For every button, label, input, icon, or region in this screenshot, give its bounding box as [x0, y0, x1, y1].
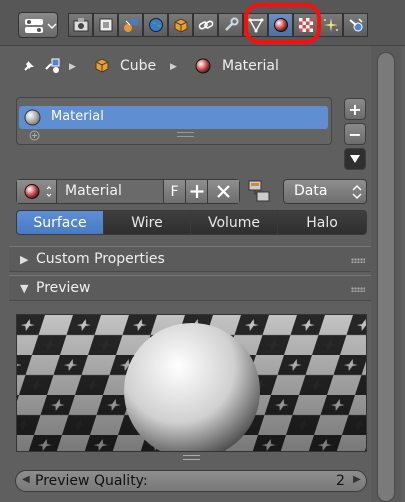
scrollbar-thumb[interactable]: [377, 52, 395, 502]
cube-icon: [95, 58, 109, 73]
remove-icon: −: [348, 124, 362, 144]
add-icon: +: [348, 99, 362, 119]
breadcrumb-arrow-icon: ▶: [69, 62, 76, 72]
fake-user-label: F: [170, 183, 179, 200]
preview-quality-label: Preview Quality:: [35, 473, 148, 489]
preview-panel-header[interactable]: ▼ Preview: [9, 275, 371, 301]
tab-world[interactable]: [143, 13, 168, 37]
chevron-down-icon: [350, 155, 360, 163]
preview-quality-value: 2: [336, 473, 345, 489]
tab-constraints[interactable]: [193, 13, 218, 37]
breadcrumb: ▶ Cube ▶ Material: [18, 54, 318, 80]
remove-slot-button[interactable]: −: [344, 123, 366, 145]
tab-physics[interactable]: [343, 13, 368, 37]
breadcrumb-arrow-icon: ▶: [170, 62, 177, 72]
node-material-icon[interactable]: [248, 180, 271, 203]
browse-material-button[interactable]: [17, 180, 57, 203]
material-id-block: Material F: [16, 179, 240, 204]
tab-particles[interactable]: [318, 13, 343, 37]
tab-surface-label: Surface: [33, 214, 87, 231]
tab-wire[interactable]: Wire: [103, 210, 191, 235]
list-item[interactable]: Material: [19, 106, 328, 129]
tab-modifiers[interactable]: [218, 13, 243, 37]
context-icon: [45, 58, 60, 73]
material-slot-label: Material: [51, 109, 104, 124]
tab-volume[interactable]: Volume: [190, 210, 278, 235]
physics-icon: [348, 18, 363, 32]
collapsed-arrow-icon: ▶: [20, 253, 29, 266]
material-icon: [195, 58, 211, 74]
slot-specials-menu[interactable]: [344, 148, 366, 170]
tab-halo-label: Halo: [306, 214, 338, 231]
material-name: Material: [65, 183, 122, 199]
drag-handle-icon[interactable]: [351, 287, 365, 292]
preview-resize-grip[interactable]: [183, 455, 200, 460]
tab-object[interactable]: [168, 13, 193, 37]
unlink-material-button[interactable]: [207, 180, 239, 203]
breadcrumb-object: Cube: [120, 58, 157, 74]
link-select-value: Data: [294, 183, 328, 199]
list-resize-grip[interactable]: [177, 132, 194, 137]
preview-quality-field[interactable]: ◀ Preview Quality: 2 ▶: [15, 470, 367, 492]
particles-icon: [323, 18, 338, 32]
tab-surface[interactable]: Surface: [16, 210, 104, 235]
tab-halo[interactable]: Halo: [277, 210, 367, 235]
constraints-icon: [198, 20, 213, 30]
highlight-circle: [244, 3, 321, 44]
modifiers-icon: [224, 17, 238, 31]
tab-render-layers[interactable]: [93, 13, 118, 37]
list-filter-icon[interactable]: [29, 130, 40, 141]
editor-type-selector[interactable]: [18, 12, 58, 38]
expanded-arrow-icon: ▼: [20, 282, 29, 295]
plus-icon: [190, 185, 204, 198]
tab-wire-label: Wire: [131, 214, 163, 231]
properties-tab-bar: [0, 0, 405, 46]
tab-scene[interactable]: [118, 13, 143, 37]
preview-render-image: [17, 315, 366, 451]
drag-handle-icon[interactable]: [351, 258, 365, 263]
render-layers-icon: [99, 18, 112, 32]
material-icon: [24, 184, 52, 199]
breadcrumb-material: Material: [222, 58, 279, 74]
object-icon: [174, 18, 187, 33]
properties-editor-icon: [25, 19, 57, 33]
add-slot-button[interactable]: +: [344, 98, 366, 120]
tab-render[interactable]: [68, 13, 93, 37]
world-icon: [148, 18, 163, 32]
close-icon: [217, 185, 230, 198]
material-preview: [16, 314, 367, 452]
material-name-field[interactable]: Material: [57, 180, 163, 203]
decrement-arrow-icon[interactable]: ◀: [22, 474, 30, 485]
increment-arrow-icon[interactable]: ▶: [353, 474, 361, 485]
custom-properties-title: Custom Properties: [36, 251, 165, 267]
custom-properties-panel-header[interactable]: ▶ Custom Properties: [9, 246, 371, 272]
link-select[interactable]: Data: [283, 179, 367, 204]
preview-title: Preview: [36, 280, 91, 296]
material-sphere-icon: [24, 109, 41, 126]
chevron-updown-icon: [352, 185, 362, 199]
tab-volume-label: Volume: [207, 214, 261, 231]
render-icon: [73, 18, 88, 32]
scene-icon: [123, 19, 138, 32]
new-material-button[interactable]: [185, 180, 207, 203]
pin-icon[interactable]: [20, 57, 38, 75]
fake-user-button[interactable]: F: [163, 180, 185, 203]
